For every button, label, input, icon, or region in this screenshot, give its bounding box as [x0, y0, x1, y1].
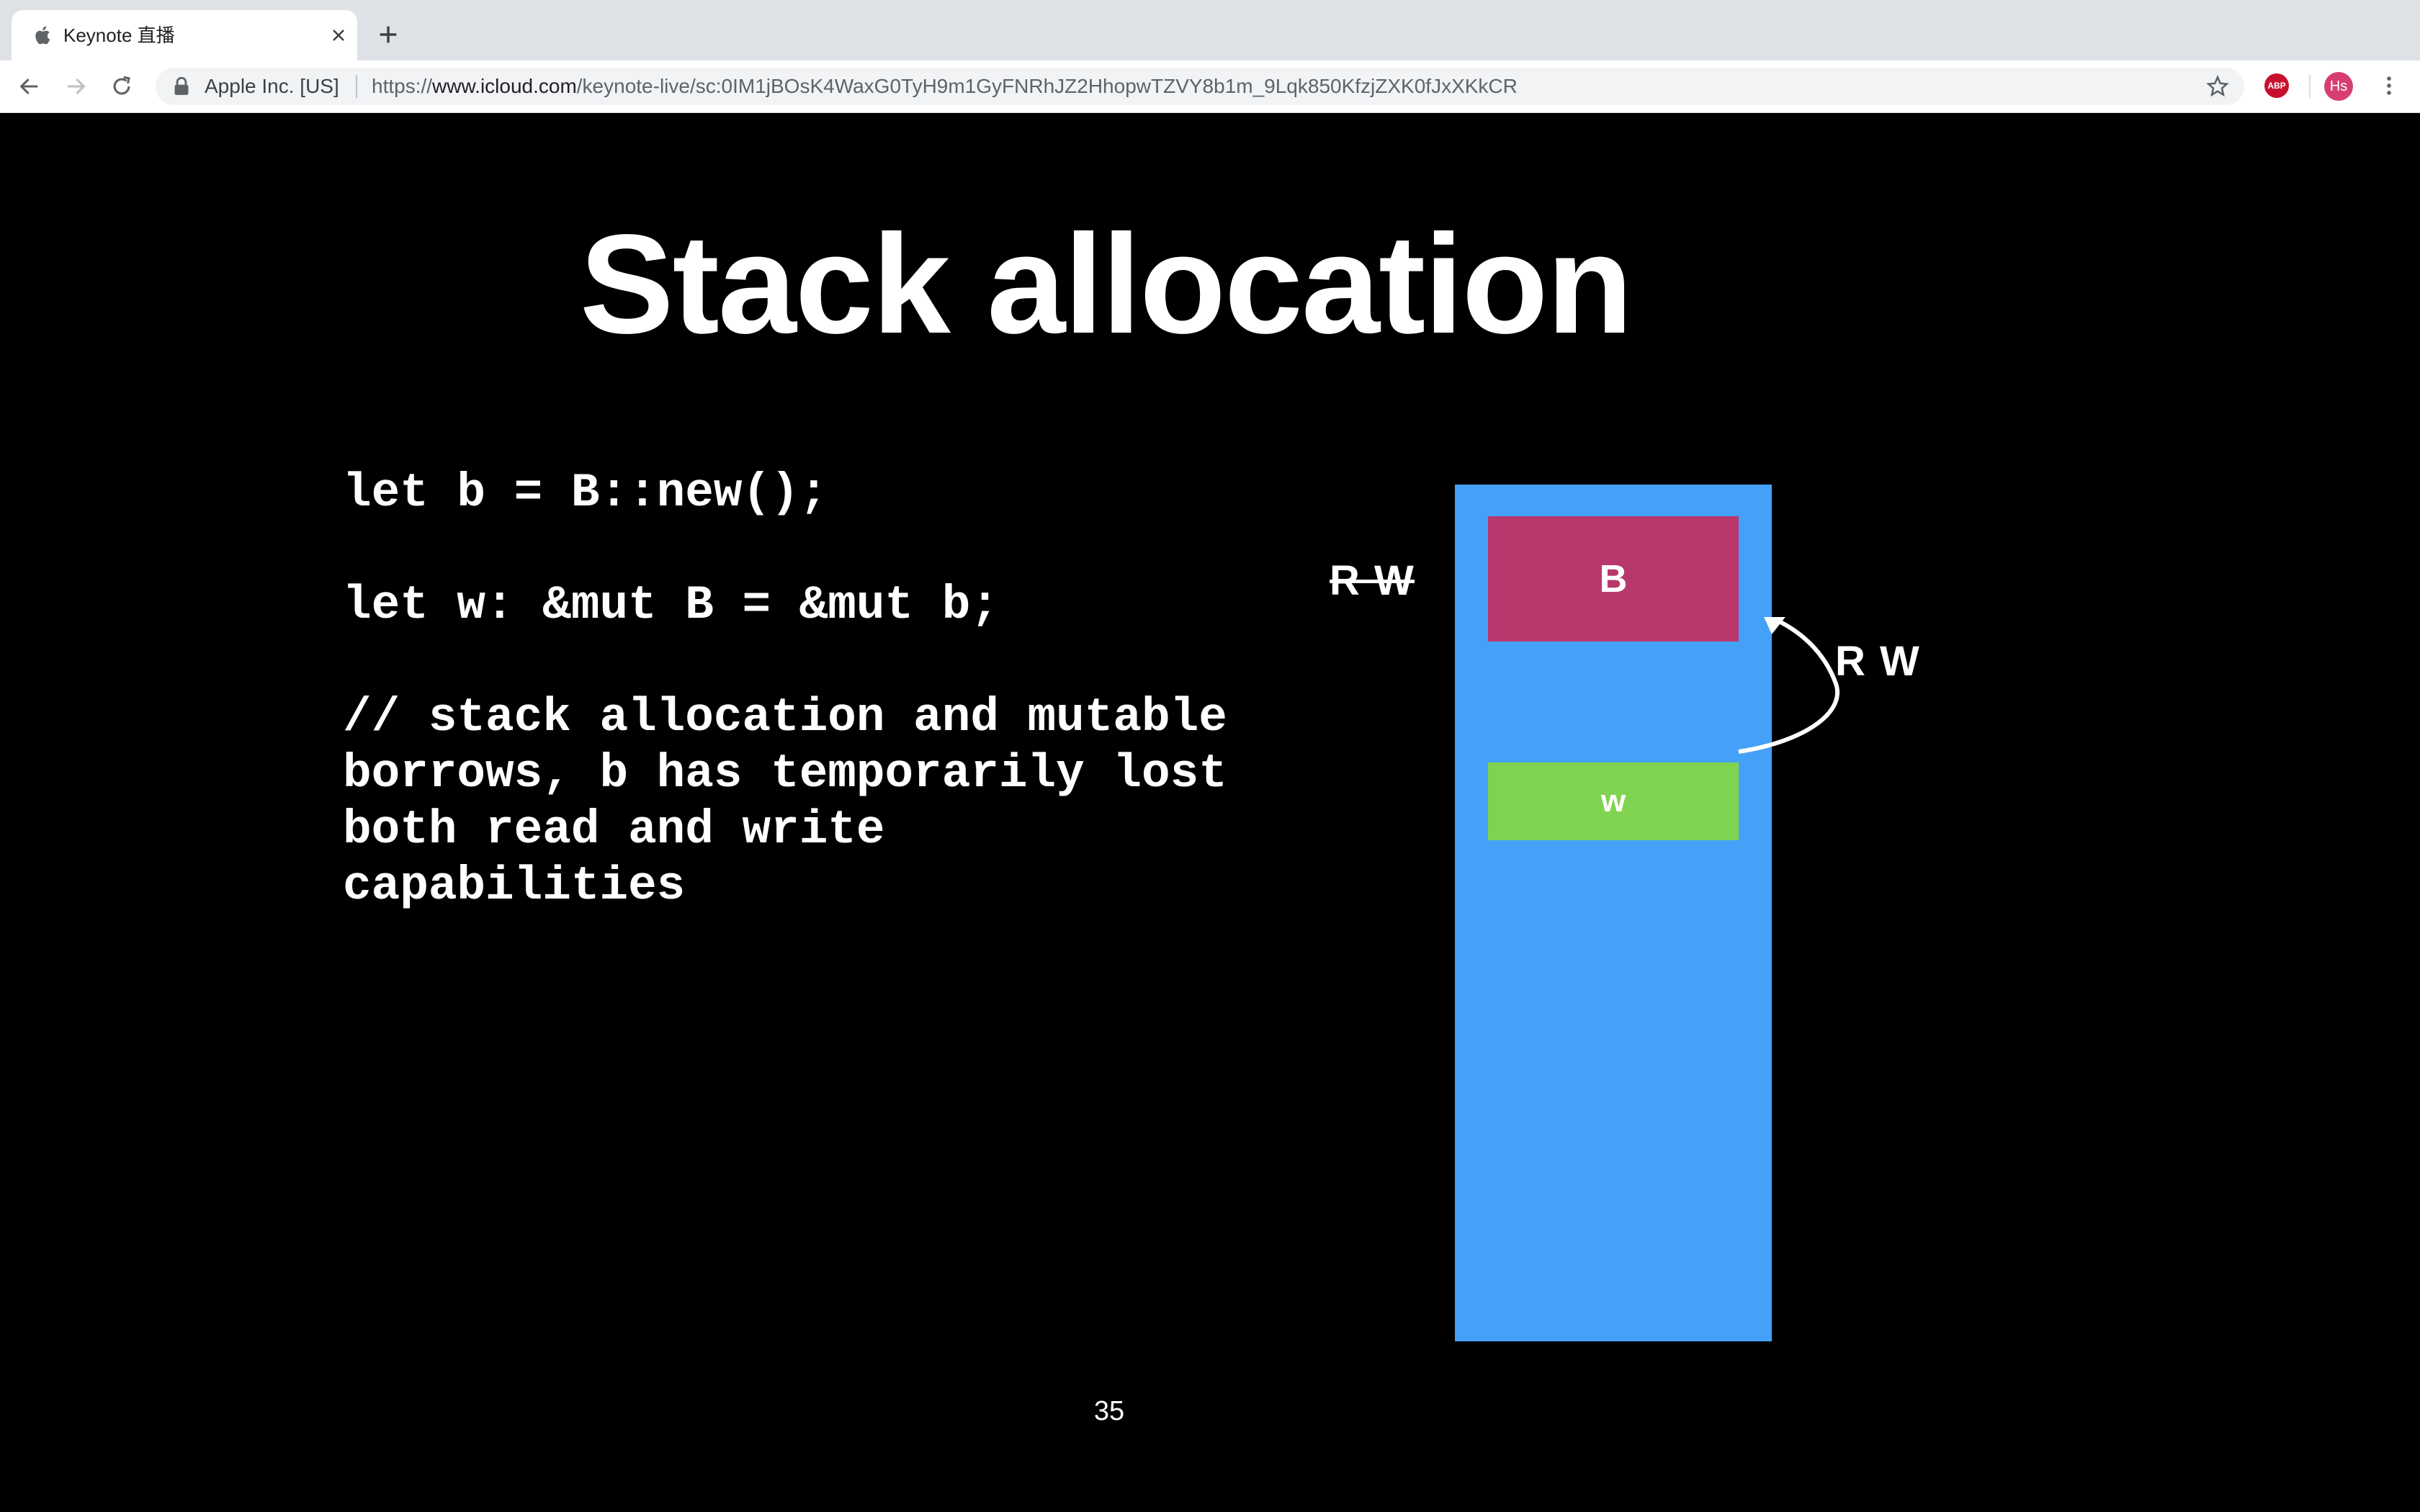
url-path: /keynote-live/sc:0IM1jBOsK4WaxG0TyH9m1Gy… — [576, 75, 1518, 97]
code-line-let-w: let w: &mut B = &mut b; — [343, 578, 999, 632]
borrow-permissions-label: R W — [1835, 638, 1921, 685]
star-icon[interactable] — [2205, 74, 2230, 99]
browser-tab[interactable]: Keynote 直播 — [12, 10, 357, 60]
stack-box-w: w — [1488, 762, 1739, 840]
apple-icon — [35, 26, 50, 45]
tab-strip: Keynote 直播 — [0, 0, 2420, 60]
url-prefix: https:// — [372, 75, 433, 97]
address-bar[interactable]: Apple Inc. [US] https://www.icloud.com/k… — [156, 68, 2244, 105]
back-icon[interactable] — [17, 74, 42, 99]
keynote-slide: Stack allocation let b = B::new(); let w… — [0, 113, 2420, 1512]
reload-icon[interactable] — [109, 74, 134, 99]
site-identity[interactable]: Apple Inc. [US] — [205, 74, 339, 99]
code-line-let-b: let b = B::new(); — [343, 466, 828, 520]
slide-title: Stack allocation — [579, 205, 1633, 363]
browser-toolbar: Apple Inc. [US] https://www.icloud.com/k… — [0, 60, 2420, 113]
close-icon[interactable] — [328, 25, 349, 45]
code-comment: // stack allocation and mutable borrows,… — [343, 690, 1227, 913]
omnibox-divider — [356, 75, 357, 98]
url-text[interactable]: https://www.icloud.com/keynote-live/sc:0… — [372, 74, 1518, 99]
url-host: www.icloud.com — [432, 75, 577, 97]
toolbar-divider — [2309, 75, 2311, 98]
stack-box-b: B — [1488, 516, 1739, 642]
adblock-extension-icon[interactable]: ABP — [2264, 73, 2289, 98]
menu-icon[interactable] — [2377, 73, 2401, 98]
lock-icon[interactable] — [173, 77, 190, 96]
forward-icon[interactable] — [63, 74, 88, 99]
avatar[interactable]: Hs — [2324, 72, 2353, 101]
plus-icon[interactable] — [376, 22, 400, 47]
slide-number: 35 — [1093, 1396, 1125, 1426]
strikethrough-line — [1330, 580, 1415, 583]
tab-title: Keynote 直播 — [63, 24, 175, 46]
